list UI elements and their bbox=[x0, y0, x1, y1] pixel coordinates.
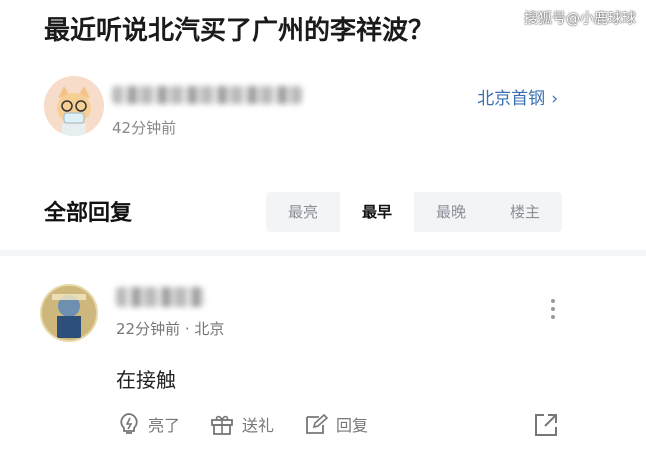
chevron-right-icon: › bbox=[551, 89, 558, 109]
comment-meta: 22分钟前 · 北京 bbox=[116, 320, 225, 338]
author-name-blurred bbox=[112, 86, 302, 104]
gift-icon bbox=[211, 415, 233, 435]
tab-earliest[interactable]: 最早 bbox=[340, 192, 414, 232]
author-avatar[interactable] bbox=[44, 76, 104, 136]
share-icon[interactable] bbox=[533, 412, 559, 442]
cat-avatar-icon bbox=[44, 76, 104, 136]
edit-icon bbox=[306, 413, 329, 434]
gift-label: 送礼 bbox=[242, 416, 275, 435]
divider bbox=[0, 250, 646, 256]
like-label: 亮了 bbox=[148, 416, 181, 435]
like-button[interactable]: 亮了 bbox=[118, 412, 180, 436]
comment-actions: 亮了 送礼 回复 bbox=[118, 412, 398, 436]
tab-brightest[interactable]: 最亮 bbox=[266, 192, 340, 232]
replies-section-title: 全部回复 bbox=[44, 201, 133, 226]
post-title: 最近听说北汽买了广州的李祥波？ bbox=[44, 16, 435, 46]
tab-latest[interactable]: 最晚 bbox=[414, 192, 488, 232]
team-tag-label: 北京首钢 bbox=[477, 89, 546, 109]
commenter-photo-icon bbox=[42, 286, 96, 340]
post-time: 42分钟前 bbox=[112, 119, 177, 137]
watermark: 搜狐号@小鹿球球 bbox=[524, 11, 636, 27]
commenter-avatar[interactable] bbox=[40, 284, 98, 342]
reply-button[interactable]: 回复 bbox=[304, 412, 368, 436]
comment-text: 在接触 bbox=[116, 368, 176, 392]
team-tag-link[interactable]: 北京首钢 › bbox=[477, 84, 558, 109]
sort-tabs: 最亮 最早 最晚 楼主 bbox=[266, 192, 562, 232]
gift-button[interactable]: 送礼 bbox=[210, 412, 274, 436]
reply-label: 回复 bbox=[336, 416, 369, 435]
commenter-name-blurred bbox=[116, 287, 204, 307]
lightbulb-icon bbox=[120, 413, 138, 434]
tab-op-only[interactable]: 楼主 bbox=[488, 192, 562, 232]
more-options-icon[interactable] bbox=[550, 298, 556, 323]
